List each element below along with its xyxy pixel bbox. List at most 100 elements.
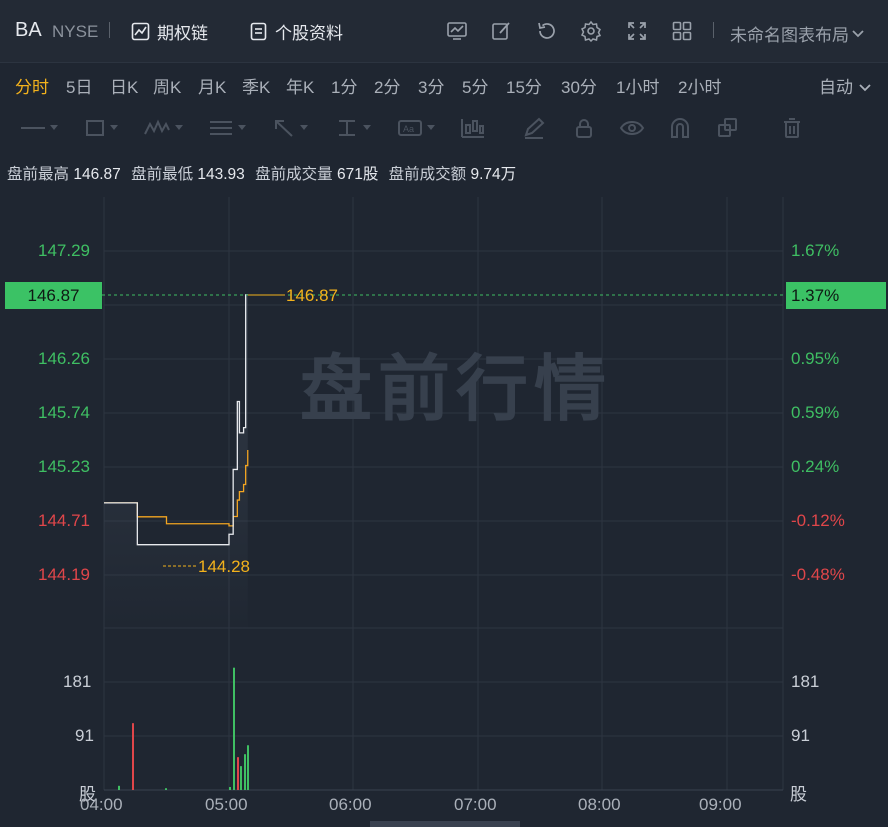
tab-period-2m[interactable]: 2分 — [374, 73, 400, 98]
premarket-stats: 盘前最高 146.87 盘前最低 143.93 盘前成交量 671股 盘前成交额… — [7, 162, 522, 184]
caret-down-icon — [300, 125, 308, 130]
price-tick: 145.23 — [38, 457, 90, 476]
divider — [109, 22, 110, 38]
volume-bar — [132, 723, 134, 790]
fullscreen-icon[interactable] — [624, 18, 650, 44]
tab-period-1m[interactable]: 1分 — [331, 73, 357, 98]
pct-tick: 1.67% — [791, 241, 840, 260]
chart-layout-dropdown[interactable]: 未命名图表布局 — [730, 21, 865, 46]
candle-tool-icon[interactable] — [460, 116, 486, 140]
tab-period-quarterly[interactable]: 季K — [242, 73, 270, 98]
price-tick: 144.19 — [38, 565, 90, 584]
time-tick: 07:00 — [454, 795, 497, 814]
volume-bar — [118, 785, 120, 790]
time-tick: 05:00 — [205, 795, 248, 814]
chart-scrollbar[interactable] — [370, 821, 520, 827]
line-tool-icon[interactable] — [20, 116, 58, 140]
high-marker-label: 146.87 — [286, 286, 338, 305]
caret-down-icon — [363, 125, 371, 130]
lock-icon[interactable] — [573, 116, 595, 140]
tab-period-30m[interactable]: 30分 — [561, 73, 597, 98]
time-tick: 08:00 — [578, 795, 621, 814]
volume-bar — [229, 787, 231, 790]
price-area — [104, 294, 248, 628]
ticker-symbol: BA — [15, 19, 42, 41]
volume-bar — [237, 757, 239, 790]
pct-tick: 0.95% — [791, 349, 840, 368]
time-tick: 06:00 — [329, 795, 372, 814]
tab-period-3m[interactable]: 3分 — [418, 73, 444, 98]
low-label: 盘前最低 — [131, 166, 194, 183]
eye-icon[interactable] — [619, 116, 645, 140]
price-tick: 146.26 — [38, 349, 90, 368]
pct-tick: -0.12% — [791, 511, 845, 530]
volume-bar — [233, 667, 235, 790]
caret-down-icon — [175, 125, 183, 130]
price-tick: 144.71 — [38, 511, 90, 530]
tab-period-5m[interactable]: 5分 — [462, 73, 488, 98]
tab-period-5d[interactable]: 5日 — [66, 73, 92, 98]
price-tick: 145.74 — [38, 403, 90, 422]
low-marker-label: 144.28 — [198, 557, 250, 576]
chevron-down-icon — [852, 29, 864, 37]
high-label: 盘前最高 — [7, 166, 70, 183]
time-tick: 09:00 — [699, 795, 742, 814]
pct-tick: 0.24% — [791, 457, 840, 476]
measure-tool-icon[interactable] — [335, 116, 371, 140]
time-tick: 04:00 — [80, 795, 123, 814]
tab-period-2h[interactable]: 2小时 — [678, 73, 721, 98]
tab-period-weekly[interactable]: 周K — [153, 73, 181, 98]
auto-dropdown[interactable]: 自动 — [819, 73, 872, 98]
volume-value: 671股 — [336, 166, 379, 183]
indicator-icon[interactable] — [444, 18, 470, 44]
low-value: 143.93 — [197, 166, 245, 183]
arrow-tool-icon[interactable] — [272, 116, 308, 140]
tab-period-daily[interactable]: 日K — [110, 73, 138, 98]
watermark-text: 盘前行情 — [300, 350, 613, 430]
tab-period-monthly[interactable]: 月K — [198, 73, 226, 98]
volume-tick: 91 — [791, 726, 810, 745]
tab-period-yearly[interactable]: 年K — [286, 73, 314, 98]
volume-tick: 181 — [63, 672, 92, 691]
divider — [713, 22, 714, 38]
tab-period-intraday[interactable]: 分时 — [15, 73, 49, 98]
gear-icon[interactable] — [578, 18, 604, 44]
volume-bar — [247, 745, 249, 790]
intraday-chart[interactable]: 146.87 144.28 — [0, 195, 888, 827]
caret-down-icon — [427, 125, 435, 130]
grid-layout-icon[interactable] — [669, 18, 695, 44]
stock-profile-label: 个股资料 — [275, 23, 343, 43]
stock-profile-button[interactable]: 个股资料 — [249, 19, 343, 43]
volume-label: 盘前成交量 — [255, 166, 333, 183]
chart-box-icon — [131, 22, 150, 40]
exchange-label: NYSE — [52, 22, 99, 41]
edit-icon[interactable] — [488, 18, 514, 44]
amount-label: 盘前成交额 — [388, 166, 467, 183]
last-pct-tag: 1.37% — [786, 282, 886, 309]
svg-text:Aa: Aa — [403, 124, 414, 134]
volume-bar — [240, 766, 242, 790]
rectangle-tool-icon[interactable] — [84, 116, 118, 140]
wave-tool-icon[interactable] — [143, 116, 183, 140]
copy-icon[interactable] — [716, 116, 740, 140]
magnet-icon[interactable] — [668, 116, 692, 140]
options-chain-button[interactable]: 期权链 — [131, 19, 208, 43]
volume-unit: 股 — [790, 785, 807, 804]
trash-icon[interactable] — [781, 116, 803, 140]
caret-down-icon — [50, 125, 58, 130]
pct-tick: 0.59% — [791, 403, 840, 422]
volume-bar — [165, 788, 167, 790]
tab-period-15m[interactable]: 15分 — [506, 73, 542, 98]
fib-tool-icon[interactable] — [208, 116, 246, 140]
volume-bar — [244, 754, 246, 790]
amount-value: 9.74万 — [470, 166, 517, 183]
pen-icon[interactable] — [522, 116, 546, 140]
pct-tick: -0.48% — [791, 565, 845, 584]
refresh-icon[interactable] — [533, 18, 559, 44]
chevron-down-icon — [859, 84, 871, 92]
tab-period-1h[interactable]: 1小时 — [616, 73, 659, 98]
text-tool-icon[interactable]: Aa — [397, 116, 435, 140]
volume-tick: 91 — [75, 726, 94, 745]
drawing-toolbar — [0, 104, 888, 152]
chart-layout-label: 未命名图表布局 — [730, 26, 849, 45]
